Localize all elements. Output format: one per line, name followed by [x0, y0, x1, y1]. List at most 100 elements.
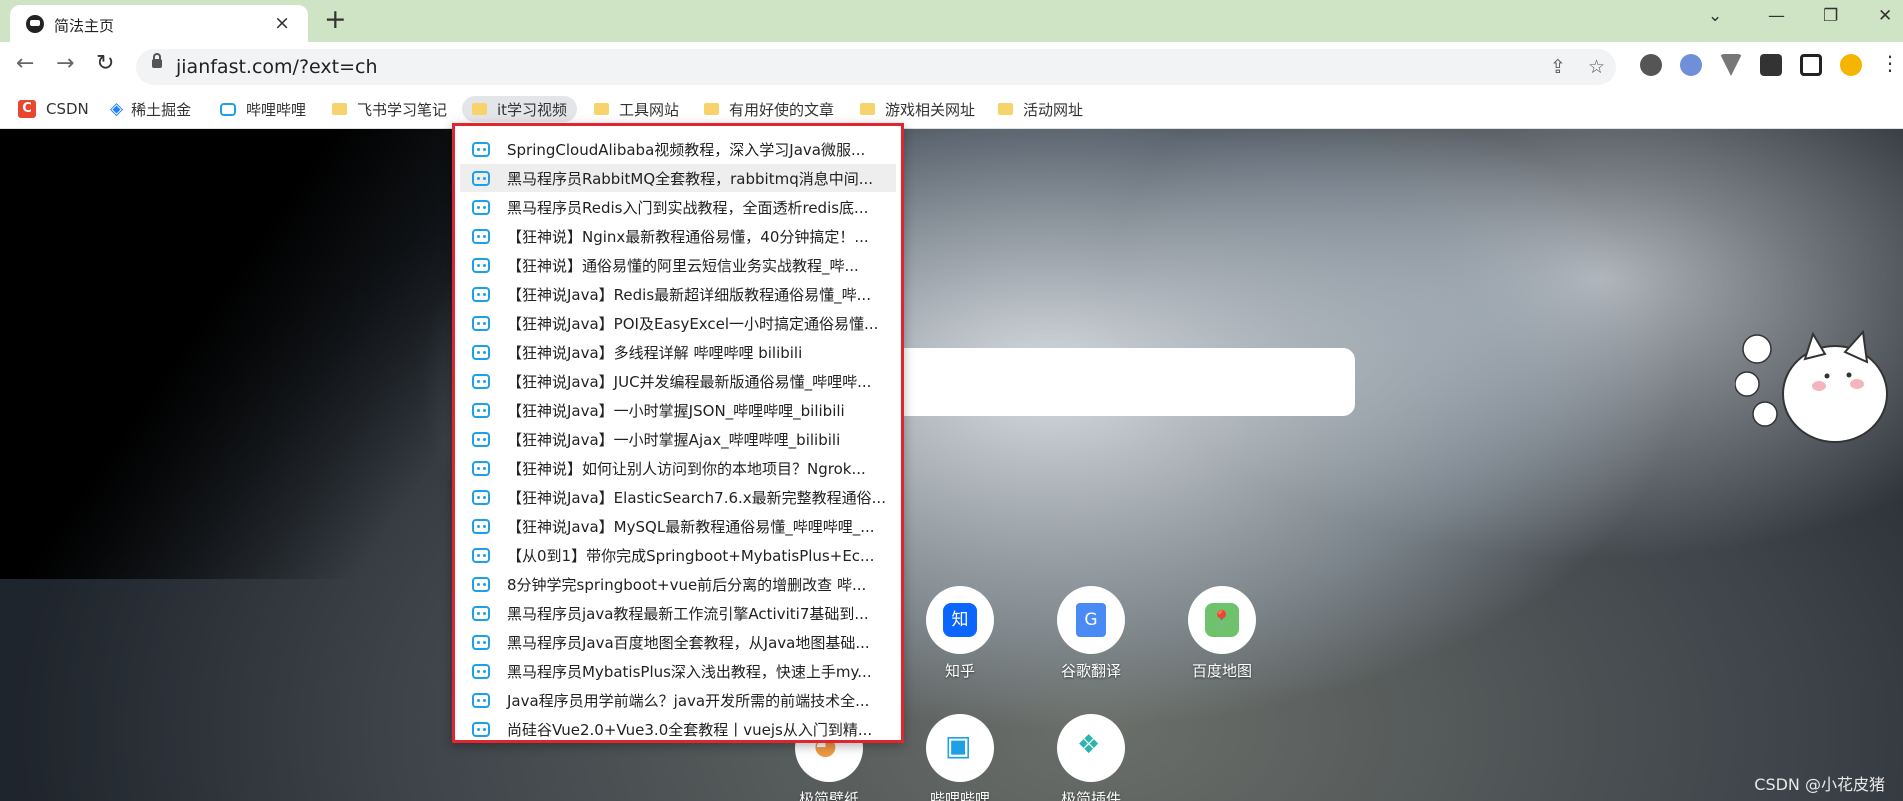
menu-item-bookmark[interactable]: 【狂神说Java】一小时掌握JSON_哔哩哔哩_bilibili — [460, 396, 896, 424]
bookmark-folder-menu: SpringCloudAlibaba视频教程，深入学习Java微服... 黑马程… — [452, 123, 904, 743]
bilibili-icon — [472, 605, 490, 621]
menu-item-bookmark[interactable]: SpringCloudAlibaba视频教程，深入学习Java微服... — [460, 135, 896, 163]
folder-icon — [332, 103, 347, 115]
google-translate-icon: G — [1076, 603, 1106, 637]
bilibili-icon — [472, 634, 490, 650]
shortcut-plugin[interactable]: ❖ — [1057, 714, 1125, 782]
shortcut-baidu-map[interactable]: 📍 — [1188, 586, 1256, 654]
extension-vue-icon[interactable] — [1720, 54, 1742, 76]
bilibili-icon — [472, 576, 490, 592]
bilibili-icon — [472, 692, 490, 708]
bilibili-icon — [472, 344, 490, 360]
menu-item-bookmark[interactable]: 【狂神说】通俗易懂的阿里云短信业务实战教程_哔... — [460, 251, 896, 279]
menu-item-bookmark[interactable]: 黑马程序员java教程最新工作流引擎Activiti7基础到... — [460, 599, 896, 627]
menu-item-bookmark[interactable]: 【狂神说Java】一小时掌握Ajax_哔哩哔哩_bilibili — [460, 425, 896, 453]
shortcut-label: 谷歌翻译 — [1060, 662, 1121, 680]
new-tab-button[interactable]: + — [324, 4, 347, 35]
back-icon[interactable]: ← — [16, 51, 34, 76]
bookmark-folder-events[interactable]: 活动网址 — [998, 96, 1083, 122]
space-background — [0, 129, 520, 579]
folder-icon — [998, 103, 1013, 115]
menu-item-bookmark[interactable]: 黑马程序员Java百度地图全套教程，从Java地图基础... — [460, 628, 896, 656]
bilibili-icon — [472, 170, 490, 186]
shortcut-google-translate[interactable]: G — [1057, 586, 1125, 654]
menu-item-bookmark[interactable]: Java程序员用学前端么？java开发所需的前端技术全... — [460, 686, 896, 714]
search-box[interactable] — [830, 348, 1355, 416]
menu-item-bookmark[interactable]: 【狂神说Java】ElasticSearch7.6.x最新完整教程通俗... — [460, 483, 896, 511]
bilibili-icon — [220, 102, 236, 116]
bilibili-icon — [472, 663, 490, 679]
bookmark-folder-tools[interactable]: 工具网站 — [594, 96, 679, 122]
lock-icon[interactable] — [152, 53, 162, 68]
folder-icon — [594, 103, 609, 115]
bilibili-icon — [472, 373, 490, 389]
menu-item-bookmark[interactable]: 8分钟学完springboot+vue前后分离的增删改查 哔... — [460, 570, 896, 598]
bilibili-icon — [472, 141, 490, 157]
shortcut-label: 百度地图 — [1191, 662, 1252, 680]
bilibili-icon — [472, 315, 490, 331]
menu-item-bookmark[interactable]: 尚硅谷Vue2.0+Vue3.0全套教程丨vuejs从入门到精... — [460, 715, 896, 743]
extensions-puzzle-icon[interactable] — [1760, 54, 1782, 76]
forward-icon[interactable]: → — [56, 51, 74, 76]
shortcut-label: 极简壁纸 — [798, 790, 859, 801]
bilibili-icon — [472, 721, 490, 737]
minimize-button[interactable]: — — [1768, 6, 1785, 26]
shortcut-zhihu[interactable]: 知 — [926, 586, 994, 654]
menu-item-bookmark[interactable]: 黑马程序员RabbitMQ全套教程，rabbitmq消息中间... — [460, 164, 896, 192]
address-bar[interactable]: jianfast.com/?ext=ch ⇪ ☆ — [136, 49, 1616, 85]
bilibili-icon — [472, 286, 490, 302]
csdn-icon: C — [18, 100, 36, 118]
site-favicon-icon — [26, 15, 44, 33]
bilibili-icon — [472, 547, 490, 563]
reload-icon[interactable]: ↻ — [96, 51, 114, 76]
menu-item-bookmark[interactable]: 【狂神说Java】Redis最新超详细版教程通俗易懂_哔... — [460, 280, 896, 308]
menu-item-bookmark[interactable]: 【狂神说】如何让别人访问到你的本地项目？Ngrok... — [460, 454, 896, 482]
bilibili-icon: ▣ — [945, 729, 972, 762]
menu-item-bookmark[interactable]: 【狂神说】Nginx最新教程通俗易懂，40分钟搞定！... — [460, 222, 896, 250]
folder-icon — [472, 103, 487, 115]
shortcut-label: 极简插件 — [1060, 790, 1121, 801]
bookmark-csdn[interactable]: C CSDN — [18, 96, 89, 122]
menu-item-bookmark[interactable]: 【狂神说Java】多线程详解 哔哩哔哩 bilibili — [460, 338, 896, 366]
menu-item-bookmark[interactable]: 黑马程序员MybatisPlus深入浅出教程，快速上手my... — [460, 657, 896, 685]
active-tab[interactable]: 简法主页 × — [10, 5, 308, 42]
bilibili-icon — [472, 460, 490, 476]
extension-recycle-icon[interactable] — [1640, 54, 1662, 76]
bilibili-icon — [472, 402, 490, 418]
menu-item-bookmark[interactable]: 黑马程序员Redis入门到实战教程，全面透析redis底... — [460, 193, 896, 221]
shortcut-label: 哔哩哔哩 — [929, 790, 990, 801]
bookmark-folder-games[interactable]: 游戏相关网址 — [860, 96, 975, 122]
folder-icon — [860, 103, 875, 115]
restore-button[interactable]: ❐ — [1823, 6, 1838, 26]
bookmark-folder-articles[interactable]: 有用好使的文章 — [704, 96, 834, 122]
tab-close-icon[interactable]: × — [274, 12, 290, 34]
menu-item-bookmark[interactable]: 【狂神说Java】POI及EasyExcel一小时搞定通俗易懂... — [460, 309, 896, 337]
share-icon[interactable]: ⇪ — [1550, 56, 1566, 78]
start-page-background: 知 知乎 G 谷歌翻译 📍 百度地图 ◕ 极简壁纸 ▣ 哔哩哔哩 ❖ 极简插件 … — [0, 129, 1903, 801]
address-url[interactable]: jianfast.com/?ext=ch — [176, 56, 378, 78]
shortcut-bilibili[interactable]: ▣ — [926, 714, 994, 782]
tab-strip: 简法主页 × + ⌄ — ❐ ✕ — [0, 0, 1903, 42]
extension-blue-icon[interactable] — [1680, 54, 1702, 76]
shortcut-label: 知乎 — [944, 662, 975, 680]
folder-icon — [704, 103, 719, 115]
cat-mascot-icon — [1735, 329, 1888, 443]
bilibili-icon — [472, 257, 490, 273]
close-window-button[interactable]: ✕ — [1878, 6, 1892, 26]
menu-item-bookmark[interactable]: 【从0到1】带你完成Springboot+MybatisPlus+Ec... — [460, 541, 896, 569]
bookmark-star-icon[interactable]: ☆ — [1588, 56, 1605, 78]
zhihu-icon: 知 — [943, 603, 977, 637]
bookmark-juejin[interactable]: ◈ 稀土掘金 — [110, 96, 191, 122]
bookmark-folder-feishu[interactable]: 飞书学习笔记 — [332, 96, 447, 122]
profile-avatar[interactable] — [1840, 54, 1862, 76]
bookmarks-bar: C CSDN ◈ 稀土掘金 哔哩哔哩 飞书学习笔记 it学习视频 工具网站 有用好使… — [0, 90, 1903, 129]
side-panel-icon[interactable] — [1800, 54, 1822, 76]
bookmark-folder-it-videos[interactable]: it学习视频 — [462, 96, 578, 122]
menu-item-bookmark[interactable]: 【狂神说Java】MySQL最新教程通俗易懂_哔哩哔哩_... — [460, 512, 896, 540]
menu-icon[interactable]: ⋮ — [1880, 51, 1900, 75]
menu-item-bookmark[interactable]: 【狂神说Java】JUC并发编程最新版通俗易懂_哔哩哔... — [460, 367, 896, 395]
browser-toolbar: ← → ↻ jianfast.com/?ext=ch ⇪ ☆ ⋮ — [0, 42, 1903, 90]
tab-search-icon[interactable]: ⌄ — [1708, 6, 1722, 26]
tab-title: 简法主页 — [54, 17, 115, 35]
bookmark-bilibili[interactable]: 哔哩哔哩 — [220, 96, 306, 122]
